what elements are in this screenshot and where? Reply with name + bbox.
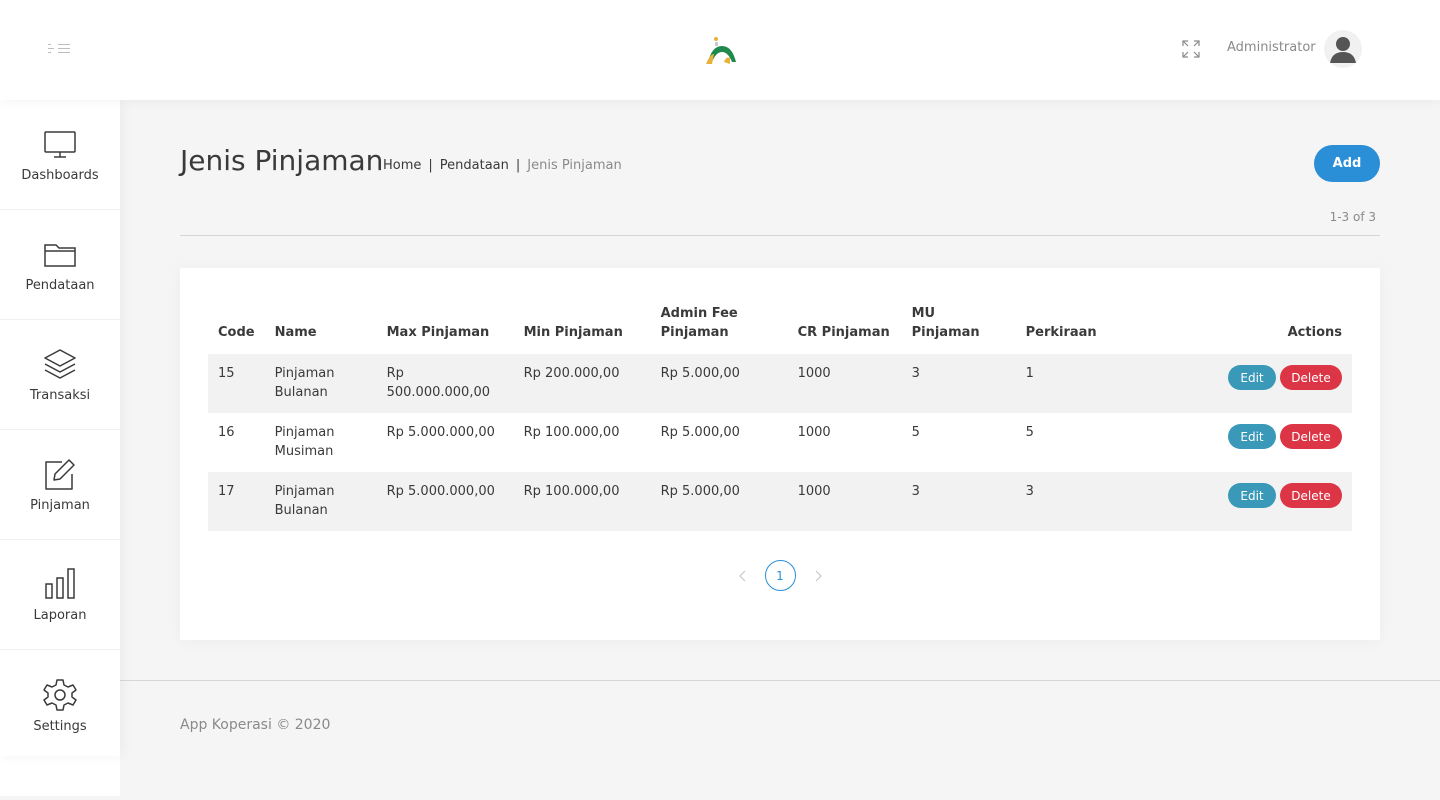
avatar[interactable]: [1324, 30, 1362, 68]
chevron-left-icon[interactable]: [735, 568, 751, 584]
folder-icon: [42, 236, 78, 272]
add-button[interactable]: Add: [1314, 145, 1380, 182]
cell-perkiraan: 5: [1025, 425, 1034, 440]
sidebar: Dashboards Pendataan Transaksi Pinjaman …: [0, 100, 120, 756]
cell-cr: 1000: [787, 472, 902, 531]
cell-min: Rp 200.000,00: [513, 354, 651, 413]
column-header-max[interactable]: Max Pinjaman: [377, 304, 514, 354]
edit-button[interactable]: Edit: [1228, 424, 1276, 449]
loan-types-table: Code Name Max Pinjaman Min Pinjaman Admi…: [208, 304, 1352, 531]
gear-icon: [42, 677, 78, 713]
cell-code: 15: [208, 354, 265, 413]
edit-button[interactable]: Edit: [1228, 483, 1276, 508]
fullscreen-icon[interactable]: [1181, 39, 1201, 59]
edit-button[interactable]: Edit: [1228, 365, 1276, 390]
layers-icon: [42, 346, 78, 382]
delete-button[interactable]: Delete: [1280, 424, 1342, 449]
cell-min: Rp 100.000,00: [513, 472, 651, 531]
cell-admin-fee: Rp 5.000,00: [650, 472, 788, 531]
table-row: 16 Pinjaman Musiman Rp 5.000.000,00 Rp 1…: [208, 413, 1352, 472]
sidebar-item-settings[interactable]: Settings: [0, 650, 120, 760]
cell-actions: Edit Delete: [1126, 413, 1352, 472]
breadcrumb: Home | Pendataan | Jenis Pinjaman: [383, 158, 622, 173]
table-row: 17 Pinjaman Bulanan Rp 5.000.000,00 Rp 1…: [208, 472, 1352, 531]
menu-toggle-icon[interactable]: [46, 40, 74, 60]
chevron-right-icon[interactable]: [810, 568, 826, 584]
delete-button[interactable]: Delete: [1280, 483, 1342, 508]
sidebar-item-label: Dashboards: [21, 168, 99, 183]
cell-min: Rp 100.000,00: [523, 425, 620, 440]
page-title: Jenis Pinjaman: [180, 144, 384, 177]
breadcrumb-separator: |: [428, 158, 433, 173]
cell-mu: 3: [901, 472, 1016, 531]
breadcrumb-current: Jenis Pinjaman: [527, 158, 622, 173]
breadcrumb-pendataan[interactable]: Pendataan: [440, 158, 509, 173]
sidebar-item-label: Settings: [33, 718, 87, 734]
record-count: 1-3 of 3: [1329, 210, 1376, 224]
sidebar-bottom: [0, 756, 120, 796]
app-logo[interactable]: [702, 32, 740, 68]
cell-max: Rp 5.000.000,00: [386, 425, 495, 440]
table-row: 15 Pinjaman Bulanan Rp 500.000.000,00 Rp…: [208, 354, 1352, 413]
cell-code: 16: [218, 425, 235, 440]
table-header-row: Code Name Max Pinjaman Min Pinjaman Admi…: [208, 304, 1352, 354]
edit-icon: [42, 456, 78, 492]
sidebar-item-label: Transaksi: [29, 388, 91, 403]
column-header-actions: Actions: [1287, 325, 1342, 340]
sidebar-item-pinjaman[interactable]: Pinjaman: [0, 430, 120, 540]
cell-admin-fee: Rp 5.000,00: [650, 354, 788, 413]
sidebar-item-label: Pinjaman: [30, 498, 90, 513]
sidebar-item-label: Laporan: [33, 608, 87, 623]
cell-cr: 1000: [797, 425, 831, 440]
sidebar-item-laporan[interactable]: Laporan: [0, 540, 120, 650]
column-header-perkiraan[interactable]: Perkiraan: [1016, 304, 1126, 354]
cell-mu: 3: [901, 354, 1016, 413]
cell-admin-fee: Rp 5.000,00: [660, 425, 740, 440]
sidebar-item-label: Pendataan: [25, 278, 95, 293]
footer-copyright: App Koperasi © 2020: [180, 717, 331, 733]
breadcrumb-home[interactable]: Home: [383, 158, 421, 173]
sidebar-item-pendataan[interactable]: Pendataan: [0, 210, 120, 320]
cell-mu: 5: [911, 425, 920, 440]
delete-button[interactable]: Delete: [1280, 365, 1342, 390]
column-header-code[interactable]: Code: [208, 304, 265, 354]
pagination: 1: [180, 560, 1380, 591]
cell-name: Pinjaman Musiman: [274, 425, 335, 459]
data-card: Code Name Max Pinjaman Min Pinjaman Admi…: [180, 268, 1380, 640]
bar-chart-icon: [42, 566, 78, 602]
header-divider: [180, 235, 1380, 236]
cell-perkiraan: 3: [1015, 472, 1126, 531]
column-header-name[interactable]: Name: [265, 304, 377, 354]
cell-cr: 1000: [787, 354, 902, 413]
sidebar-item-transaksi[interactable]: Transaksi: [0, 320, 120, 430]
sidebar-item-dashboards[interactable]: Dashboards: [0, 100, 120, 210]
cell-max: Rp 5.000.000,00: [376, 472, 514, 531]
column-header-admin-fee[interactable]: Admin Fee Pinjaman: [651, 304, 788, 354]
column-header-min[interactable]: Min Pinjaman: [514, 304, 651, 354]
cell-name: Pinjaman Bulanan: [264, 354, 377, 413]
cell-code: 17: [208, 472, 265, 531]
monitor-icon: [42, 126, 78, 162]
username-label[interactable]: Administrator: [1227, 40, 1316, 55]
column-header-cr[interactable]: CR Pinjaman: [788, 304, 902, 354]
cell-name: Pinjaman Bulanan: [264, 472, 377, 531]
cell-actions: Edit Delete: [1125, 354, 1352, 413]
page-number-button[interactable]: 1: [764, 560, 796, 591]
column-header-mu[interactable]: MU Pinjaman: [902, 304, 1016, 354]
cell-perkiraan: 1: [1015, 354, 1126, 413]
cell-max: Rp 500.000.000,00: [376, 354, 514, 413]
footer-divider: [120, 680, 1440, 681]
breadcrumb-separator: |: [515, 158, 521, 173]
top-navbar: Administrator: [0, 0, 1440, 100]
cell-actions: Edit Delete: [1125, 472, 1352, 531]
